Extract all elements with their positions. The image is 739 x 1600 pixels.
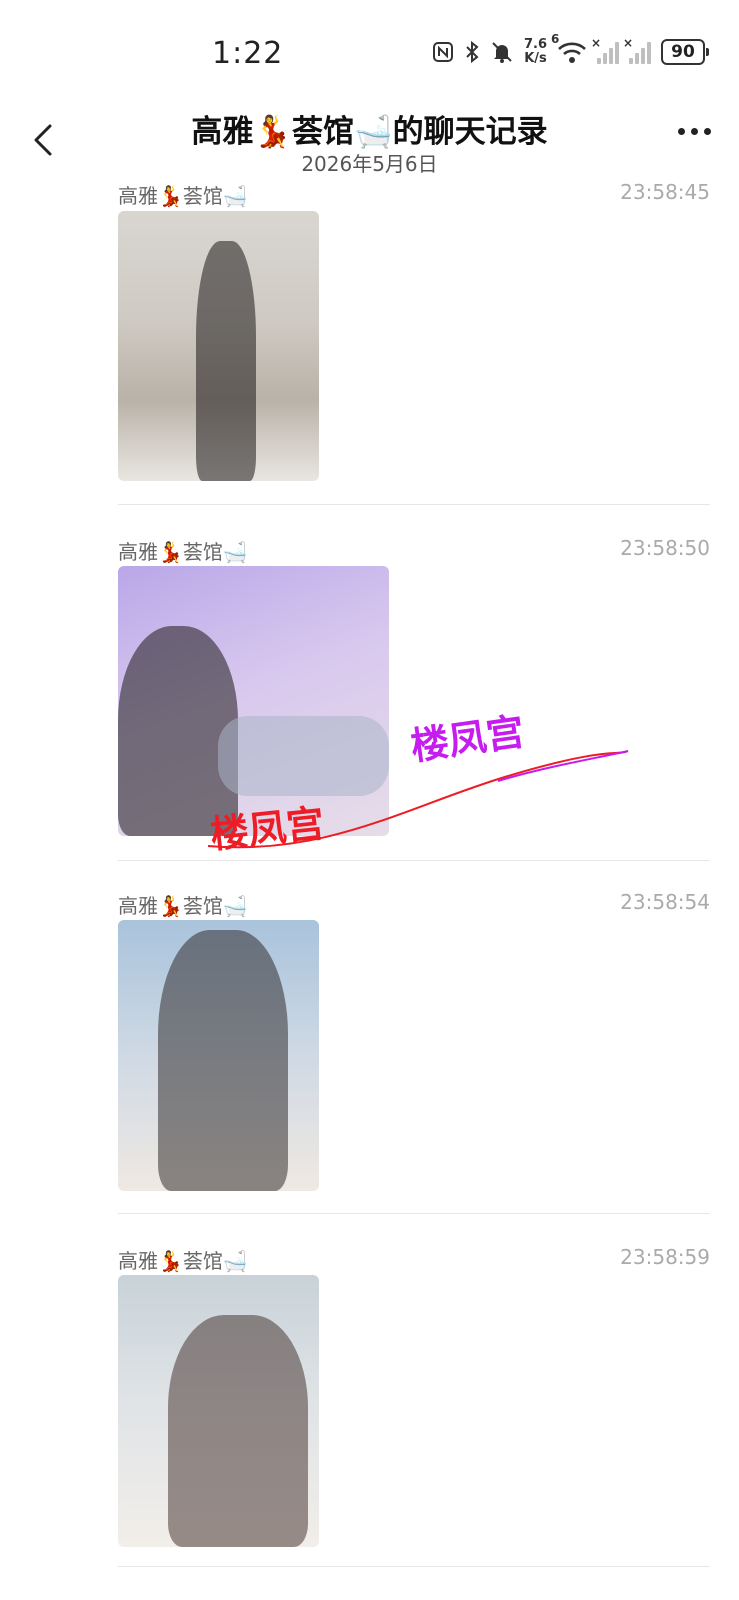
divider	[118, 504, 710, 505]
message-item: 高雅💃荟馆🛁 23:58:54	[118, 890, 710, 1210]
sender-name: 高雅💃荟馆🛁	[118, 1249, 248, 1273]
signal-sim2-icon: ×	[623, 36, 651, 64]
page-title: 高雅💃荟馆🛁的聊天记录	[191, 114, 548, 150]
page-date: 2026年5月6日	[301, 152, 438, 176]
message-item: 高雅💃荟馆🛁 23:58:59	[118, 1245, 710, 1565]
sender-name: 高雅💃荟馆🛁	[118, 894, 248, 918]
divider	[118, 860, 710, 861]
image-message[interactable]	[118, 1275, 319, 1547]
sender-name: 高雅💃荟馆🛁	[118, 184, 248, 208]
message-time: 23:58:54	[620, 890, 710, 914]
signal-sim1-icon: ×	[591, 36, 619, 64]
message-item: 高雅💃荟馆🛁 23:58:50 楼凤宫 楼凤宫	[118, 536, 710, 857]
wifi-icon: 6	[551, 32, 587, 64]
message-time: 23:58:59	[620, 1245, 710, 1269]
chat-history-header: 高雅💃荟馆🛁的聊天记录 2026年5月6日	[0, 100, 739, 180]
message-item: 高雅💃荟馆🛁 23:58:45	[118, 180, 710, 490]
more-options-button[interactable]	[678, 128, 711, 135]
status-icons: 7.6 K/s 6 × × 90	[432, 32, 709, 66]
status-bar: 1:22 7.6 K/s 6 × × 90	[0, 0, 739, 100]
message-time: 23:58:50	[620, 536, 710, 560]
battery-icon: 90	[661, 39, 709, 65]
nfc-icon	[432, 41, 454, 63]
image-message[interactable]	[118, 211, 319, 481]
network-speed: 7.6 K/s	[523, 37, 547, 66]
message-time: 23:58:45	[620, 180, 710, 204]
more-dots-icon	[678, 128, 685, 135]
image-message[interactable]	[118, 920, 319, 1191]
divider	[118, 1566, 710, 1567]
divider	[118, 1213, 710, 1214]
sender-name: 高雅💃荟馆🛁	[118, 540, 248, 564]
status-time: 1:22	[212, 36, 284, 71]
mute-bell-icon	[490, 40, 514, 64]
bluetooth-icon	[464, 40, 480, 64]
